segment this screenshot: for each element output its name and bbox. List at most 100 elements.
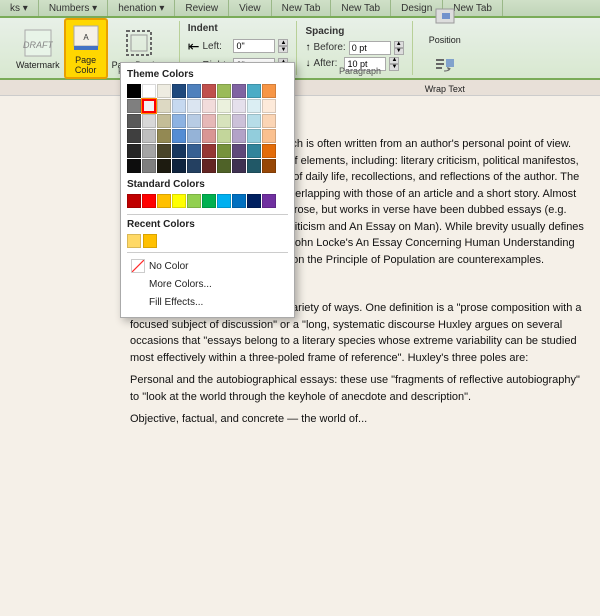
theme-color-swatch[interactable] [217,129,231,143]
theme-color-swatch[interactable] [127,144,141,158]
theme-color-swatch[interactable] [262,159,276,173]
no-color-item[interactable]: No Color [127,257,288,275]
standard-color-swatch[interactable] [217,194,231,208]
theme-color-swatch[interactable] [127,114,141,128]
spacing-before-up[interactable]: ▲ [394,41,404,48]
theme-color-swatch[interactable] [142,144,156,158]
wrap-text-button[interactable]: Wrap Text [421,49,469,96]
tab-newtab1[interactable]: New Tab [272,0,332,16]
theme-color-swatch[interactable] [187,144,201,158]
theme-color-swatch[interactable] [202,99,216,113]
spacing-after-up[interactable]: ▲ [389,57,399,64]
theme-color-swatch[interactable] [202,159,216,173]
theme-color-swatch[interactable] [202,84,216,98]
theme-color-swatch[interactable] [217,159,231,173]
theme-color-swatch[interactable] [142,114,156,128]
theme-color-swatch[interactable] [247,84,261,98]
spacing-before-down[interactable]: ▼ [394,48,404,55]
standard-color-swatch[interactable] [247,194,261,208]
ribbon: DRAFT Watermark A PageColor [0,18,600,80]
indent-left-down[interactable]: ▼ [278,46,288,53]
theme-color-swatch[interactable] [172,99,186,113]
theme-color-swatch[interactable] [247,129,261,143]
theme-color-swatch[interactable] [127,99,141,113]
recent-color-swatch[interactable] [143,234,157,248]
indent-left-spinner[interactable]: ▲ ▼ [278,39,288,53]
tab-henation[interactable]: henation ▾ [108,0,175,16]
theme-color-swatch[interactable] [142,84,156,98]
theme-color-swatch[interactable] [172,129,186,143]
indent-left-up[interactable]: ▲ [278,39,288,46]
page-color-button[interactable]: A PageColor [64,18,108,79]
theme-color-swatch[interactable] [157,99,171,113]
tab-newtab2[interactable]: New Tab [331,0,391,16]
theme-color-swatch[interactable] [172,159,186,173]
standard-color-swatch[interactable] [262,194,276,208]
theme-color-swatch[interactable] [172,114,186,128]
theme-color-swatch[interactable] [232,159,246,173]
theme-color-swatch[interactable] [217,84,231,98]
theme-color-swatch[interactable] [247,159,261,173]
theme-color-swatch[interactable] [262,84,276,98]
theme-color-swatch[interactable] [172,84,186,98]
standard-color-swatch[interactable] [172,194,186,208]
theme-color-swatch[interactable] [157,129,171,143]
theme-color-swatch[interactable] [232,144,246,158]
svg-text:DRAFT: DRAFT [23,40,53,50]
theme-color-swatch[interactable] [217,144,231,158]
spacing-before-spinner[interactable]: ▲ ▼ [394,41,404,55]
theme-color-swatch[interactable] [142,159,156,173]
standard-color-swatch[interactable] [232,194,246,208]
tab-numbers[interactable]: Numbers ▾ [39,0,108,16]
recent-colors-title: Recent Colors [127,219,288,230]
theme-color-swatch[interactable] [187,99,201,113]
theme-color-swatch[interactable] [202,129,216,143]
watermark-icon: DRAFT [22,27,54,59]
standard-color-swatch[interactable] [142,194,156,208]
standard-color-swatch[interactable] [202,194,216,208]
theme-color-swatch[interactable] [247,99,261,113]
theme-color-swatch[interactable] [202,144,216,158]
theme-color-swatch[interactable] [232,99,246,113]
more-colors-item[interactable]: More Colors... [127,275,288,293]
standard-color-swatch[interactable] [127,194,141,208]
theme-color-swatch[interactable] [247,114,261,128]
tab-ks[interactable]: ks ▾ [0,0,39,16]
theme-color-swatch[interactable] [187,159,201,173]
tab-view[interactable]: View [229,0,272,16]
theme-color-swatch[interactable] [127,159,141,173]
recent-colors-row [127,234,288,248]
theme-color-swatch[interactable] [172,144,186,158]
theme-color-swatch[interactable] [127,129,141,143]
indent-left-input[interactable]: 0" [233,39,275,53]
theme-color-swatch[interactable] [262,114,276,128]
theme-color-swatch[interactable] [262,129,276,143]
theme-color-swatch[interactable] [247,144,261,158]
theme-color-swatch[interactable] [232,84,246,98]
theme-color-swatch[interactable] [217,99,231,113]
theme-color-swatch[interactable] [157,84,171,98]
theme-color-swatch[interactable] [262,99,276,113]
theme-color-swatch[interactable] [127,84,141,98]
theme-color-swatch[interactable] [157,114,171,128]
theme-color-swatch[interactable] [202,114,216,128]
theme-color-swatch[interactable] [187,84,201,98]
watermark-button[interactable]: DRAFT Watermark [12,25,64,72]
theme-color-swatch[interactable] [262,144,276,158]
recent-color-swatch[interactable] [127,234,141,248]
position-button[interactable]: Position [421,0,469,47]
theme-color-swatch[interactable] [157,144,171,158]
theme-color-swatch[interactable] [217,114,231,128]
fill-effects-item[interactable]: Fill Effects... [127,293,288,311]
standard-color-swatch[interactable] [187,194,201,208]
theme-color-swatch[interactable] [142,99,156,113]
theme-color-swatch[interactable] [142,129,156,143]
standard-color-swatch[interactable] [157,194,171,208]
theme-color-swatch[interactable] [157,159,171,173]
theme-color-swatch[interactable] [187,129,201,143]
spacing-before-input[interactable]: 0 pt [349,41,391,55]
theme-color-swatch[interactable] [232,114,246,128]
tab-review[interactable]: Review [175,0,229,16]
theme-color-swatch[interactable] [187,114,201,128]
theme-color-swatch[interactable] [232,129,246,143]
